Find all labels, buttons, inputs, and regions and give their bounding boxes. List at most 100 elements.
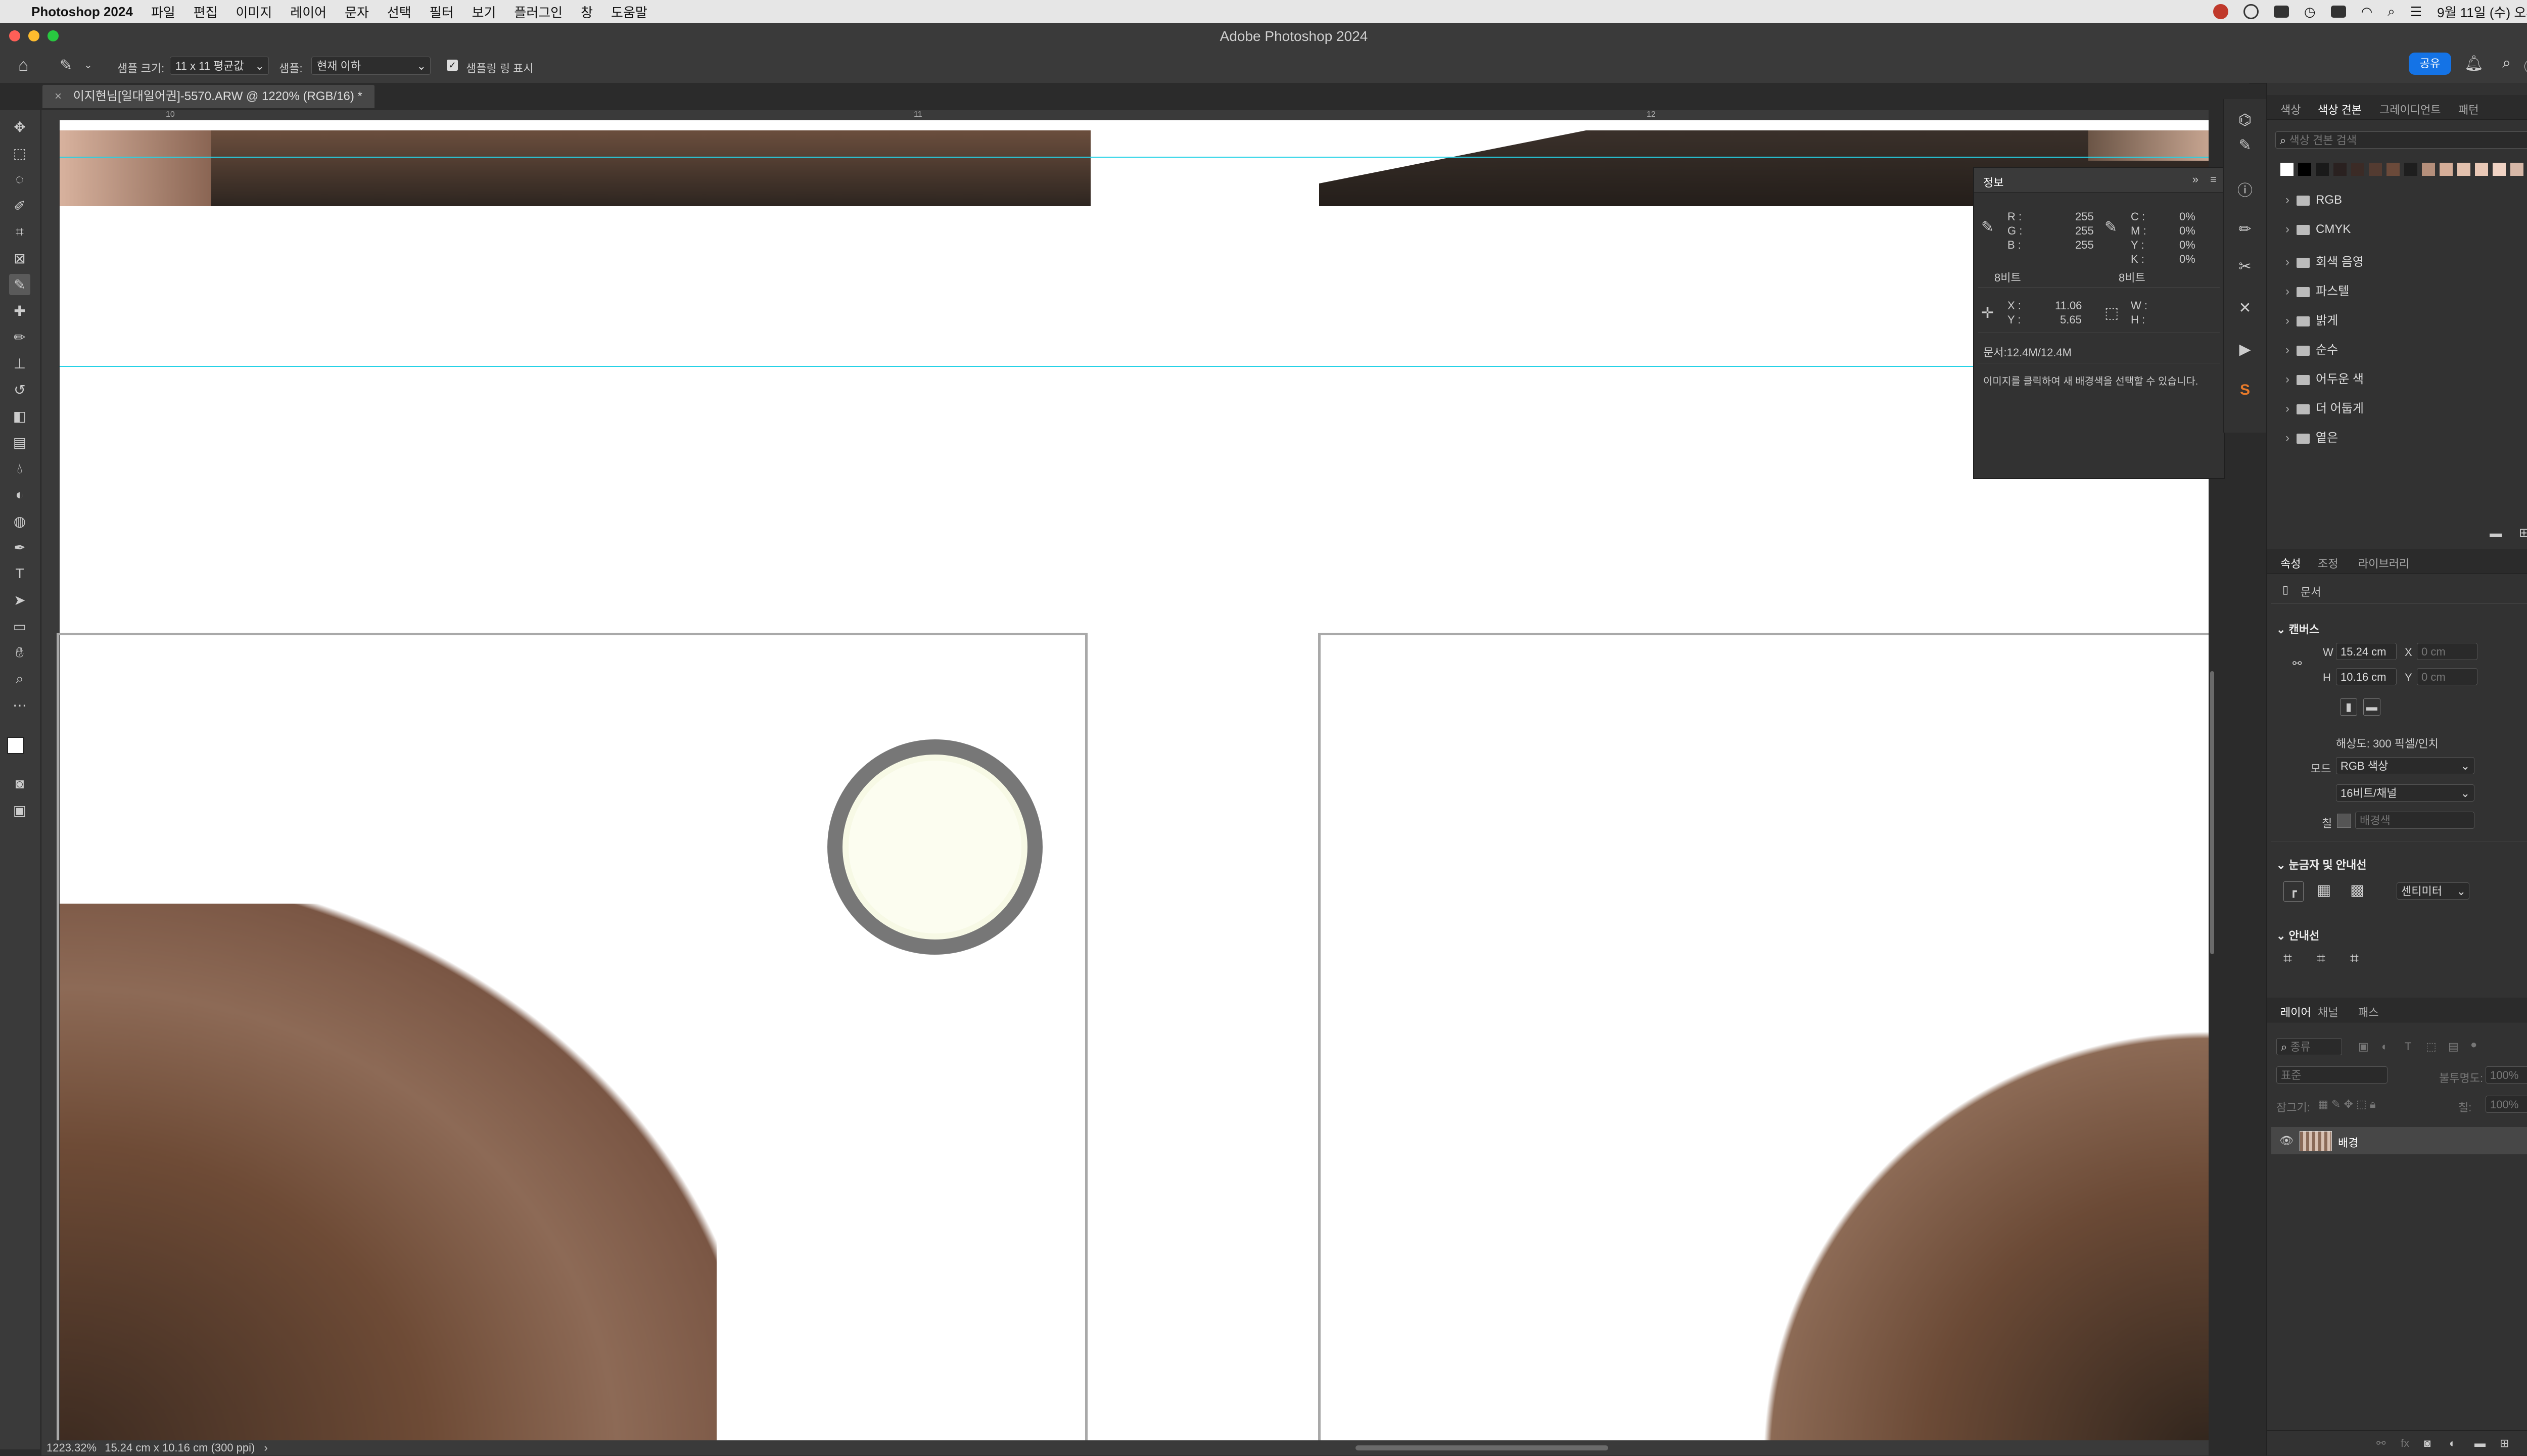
tab-adjustments[interactable]: 조정 bbox=[2318, 555, 2338, 571]
layer-filter-select[interactable]: ⌕ 종류 bbox=[2276, 1038, 2342, 1055]
search-icon[interactable]: ⌕ bbox=[2502, 55, 2511, 72]
menubar-clock[interactable]: 9월 11일 (수) 오후 7:40 bbox=[2437, 3, 2527, 21]
sample-layer-select[interactable]: 현재 이하 ⌄ bbox=[311, 57, 431, 75]
collapse-icon[interactable]: » bbox=[2192, 173, 2198, 186]
ruler-toggle-icon[interactable]: ┏ bbox=[2283, 881, 2304, 902]
link-layers-icon[interactable]: ⚯ bbox=[2376, 1437, 2385, 1450]
grid-icon[interactable]: ▦ bbox=[2317, 881, 2331, 899]
tab-paths[interactable]: 패스 bbox=[2358, 1004, 2378, 1020]
tab-patterns[interactable]: 패턴 bbox=[2458, 101, 2478, 117]
brush-tool-icon[interactable]: ✏ bbox=[9, 326, 30, 348]
swatch-group-pale[interactable]: › 옅은 bbox=[2285, 428, 2338, 445]
chevron-right-icon[interactable]: › bbox=[264, 1441, 268, 1454]
menu-edit[interactable]: 편집 bbox=[194, 3, 218, 21]
color-swatch[interactable] bbox=[2422, 163, 2435, 176]
brush-panel-icon[interactable]: ✎ bbox=[2234, 134, 2256, 157]
swatch-group-grayscale[interactable]: › 회색 음영 bbox=[2285, 252, 2364, 269]
tool-presets-icon[interactable]: ✕ bbox=[2234, 297, 2256, 319]
delete-layer-icon[interactable]: 🗑︎ bbox=[2525, 1437, 2527, 1450]
path-select-icon[interactable]: ➤ bbox=[9, 589, 30, 610]
canvas-height-input[interactable]: 10.16 cm bbox=[2336, 668, 2397, 685]
canvas-section-header[interactable]: ⌄ 캔버스 bbox=[2276, 621, 2319, 637]
shape-tool-icon[interactable]: ▭ bbox=[9, 616, 30, 637]
portrait-icon[interactable]: ▮ bbox=[2340, 698, 2357, 716]
fx-icon[interactable]: fx bbox=[2401, 1437, 2409, 1450]
bell-icon[interactable]: 🔔︎ bbox=[2464, 55, 2484, 72]
screen-mode-icon[interactable]: ▣ bbox=[9, 800, 30, 821]
type-tool-icon[interactable]: T bbox=[9, 563, 30, 584]
new-layer-icon[interactable]: ⊞ bbox=[2500, 1437, 2509, 1450]
canvas-width-input[interactable]: 15.24 cm bbox=[2336, 643, 2397, 660]
color-swatch[interactable] bbox=[2440, 163, 2453, 176]
landscape-icon[interactable]: ▬ bbox=[2363, 698, 2380, 716]
eyedropper-preset-icon[interactable]: ✎ bbox=[60, 57, 72, 74]
lock-icons[interactable]: ▦ ✎ ✥ ⬚ 🔒︎ bbox=[2318, 1098, 2376, 1111]
tab-properties[interactable]: 속성 bbox=[2280, 555, 2301, 571]
swatch-group-light[interactable]: › 밝게 bbox=[2285, 310, 2338, 328]
home-icon[interactable]: ⌂ bbox=[18, 56, 29, 75]
guide-line[interactable] bbox=[60, 366, 2209, 367]
app-menu[interactable]: Photoshop 2024 bbox=[31, 4, 133, 20]
guide-from-shape-icon[interactable]: ⌗ bbox=[2350, 950, 2359, 967]
pen-tool-icon[interactable]: ✒ bbox=[9, 537, 30, 558]
blur-tool-icon[interactable]: 💧︎ bbox=[9, 458, 30, 479]
eye-icon[interactable]: 👁︎ bbox=[2279, 1134, 2294, 1147]
color-swatch[interactable] bbox=[2316, 163, 2329, 176]
tab-color[interactable]: 색상 bbox=[2280, 101, 2301, 117]
horizontal-scroll-thumb[interactable] bbox=[1355, 1445, 1608, 1450]
info-panel-icon[interactable]: ⓘ bbox=[2234, 180, 2256, 202]
filter-toggle-icon[interactable]: ● bbox=[2470, 1038, 2477, 1051]
quick-select-tool-icon[interactable]: ✐ bbox=[9, 195, 30, 216]
new-group-icon[interactable]: ▬ bbox=[2490, 527, 2502, 541]
vertical-scroll-thumb[interactable] bbox=[2210, 671, 2214, 954]
fill-select[interactable]: 배경색 bbox=[2355, 812, 2474, 829]
canvas-x-input[interactable]: 0 cm bbox=[2417, 643, 2477, 660]
tab-gradients[interactable]: 그레이디언트 bbox=[2379, 101, 2441, 117]
move-tool-icon[interactable]: ✥ bbox=[9, 116, 30, 137]
menu-type[interactable]: 문자 bbox=[345, 3, 369, 21]
smudge-tool-icon[interactable]: ◍ bbox=[9, 510, 30, 532]
swatch-group-pure[interactable]: › 순수 bbox=[2285, 340, 2338, 357]
close-tab-icon[interactable]: × bbox=[55, 89, 62, 103]
new-group-icon[interactable]: ▬ bbox=[2474, 1437, 2486, 1450]
chevron-down-icon[interactable]: ⌄ bbox=[84, 59, 92, 71]
creative-cloud-icon[interactable] bbox=[2213, 4, 2228, 19]
stamp-tool-icon[interactable]: ⊥ bbox=[9, 353, 30, 374]
tab-channels[interactable]: 채널 bbox=[2318, 1004, 2338, 1020]
frame-tool-icon[interactable]: ⊠ bbox=[9, 248, 30, 269]
input-source-icon[interactable] bbox=[2330, 6, 2346, 18]
wifi-icon[interactable]: ◠ bbox=[2361, 4, 2373, 20]
color-swatch[interactable] bbox=[2457, 163, 2470, 176]
link-icon[interactable]: ⚯ bbox=[2292, 657, 2302, 670]
spotlight-icon[interactable]: ⌕ bbox=[2388, 4, 2395, 20]
filter-type-icon[interactable]: T bbox=[2405, 1040, 2411, 1053]
color-swatch[interactable] bbox=[2333, 163, 2347, 176]
filter-adjust-icon[interactable]: ◐ bbox=[2381, 1040, 2388, 1053]
document-tab[interactable]: × 이지현님[일대일어권]-5570.ARW @ 1220% (RGB/16) … bbox=[42, 85, 375, 108]
color-swatch[interactable] bbox=[2351, 163, 2364, 176]
bit-depth-select[interactable]: 16비트/채널 ⌄ bbox=[2336, 784, 2474, 802]
history-brush-icon[interactable]: ↺ bbox=[9, 379, 30, 400]
clone-source-icon[interactable]: ✂ bbox=[2234, 256, 2256, 278]
menu-filter[interactable]: 필터 bbox=[430, 3, 454, 21]
guide-line[interactable] bbox=[60, 157, 2209, 158]
swatch-search-input[interactable]: ⌕ 색상 견본 검색 bbox=[2275, 131, 2527, 149]
color-swatch[interactable] bbox=[2298, 163, 2311, 176]
control-center-icon[interactable]: ☰ bbox=[2410, 4, 2422, 20]
more-tools-icon[interactable]: ⋯ bbox=[9, 694, 30, 716]
tab-libraries[interactable]: 라이브러리 bbox=[2358, 555, 2409, 571]
menu-layer[interactable]: 레이어 bbox=[290, 3, 326, 21]
sample-size-select[interactable]: 11 x 11 평균값 ⌄ bbox=[170, 57, 269, 75]
filter-pixel-icon[interactable]: ▣ bbox=[2358, 1040, 2369, 1053]
hand-tool-icon[interactable]: ✋︎ bbox=[9, 642, 30, 663]
menu-file[interactable]: 파일 bbox=[151, 3, 175, 21]
gradient-tool-icon[interactable]: ▤ bbox=[9, 432, 30, 453]
sync-icon[interactable] bbox=[2243, 4, 2259, 19]
color-swatch[interactable] bbox=[2475, 163, 2488, 176]
color-mode-select[interactable]: RGB 색상 ⌄ bbox=[2336, 757, 2474, 774]
menu-plugins[interactable]: 플러그인 bbox=[514, 3, 563, 21]
swatch-group-rgb[interactable]: › RGB bbox=[2285, 193, 2342, 207]
filter-smart-icon[interactable]: ▤ bbox=[2448, 1040, 2459, 1053]
eyedropper-tool-icon[interactable]: ✎ bbox=[9, 274, 30, 295]
blend-mode-select[interactable]: 표준 bbox=[2276, 1066, 2388, 1084]
